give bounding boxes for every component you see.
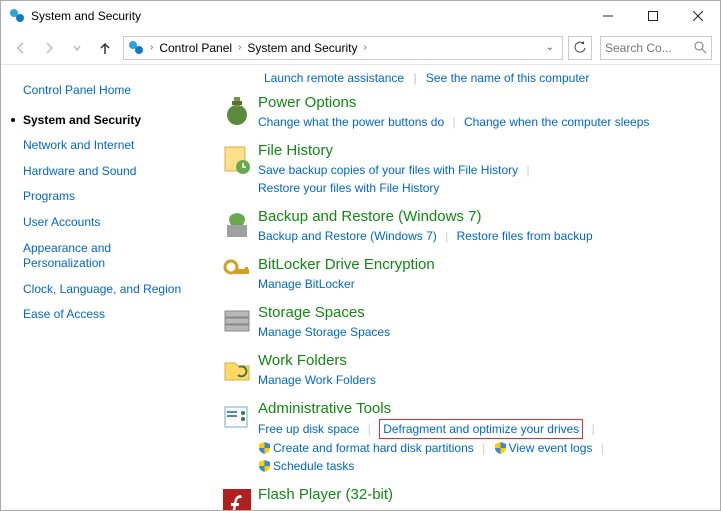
search-icon [694,41,707,54]
sidebar-item-ease[interactable]: Ease of Access [23,307,196,323]
file-history-icon [221,143,253,175]
control-panel-icon [128,40,144,56]
flash-icon [221,487,253,510]
sidebar-item-home[interactable]: Control Panel Home [23,83,196,99]
window-title: System and Security [31,9,585,23]
backup-icon [221,209,253,241]
category-title[interactable]: BitLocker Drive Encryption [258,255,694,275]
top-links: Launch remote assistance | See the name … [206,71,694,85]
link-schedule-tasks[interactable]: Schedule tasks [273,459,354,473]
close-button[interactable] [675,1,720,31]
link-power-buttons[interactable]: Change what the power buttons do [258,115,444,129]
sidebar-item-programs[interactable]: Programs [23,189,196,205]
chevron-right-icon[interactable]: › [363,42,366,53]
category-flash: Flash Player (32-bit) [206,485,694,510]
back-button[interactable] [9,36,33,60]
control-panel-icon [9,8,25,24]
sidebar-item-hardware[interactable]: Hardware and Sound [23,164,196,180]
chevron-down-icon[interactable]: ⌄ [542,42,558,53]
up-button[interactable] [93,36,117,60]
admin-tools-icon [221,401,253,433]
shield-icon [258,459,271,472]
sidebar-item-system-security[interactable]: System and Security [23,113,196,129]
bitlocker-icon [221,257,253,289]
search-placeholder: Search Co... [605,41,694,55]
category-title[interactable]: Administrative Tools [258,399,694,419]
link-remote-assistance[interactable]: Launch remote assistance [264,71,404,85]
link-manage-workfolders[interactable]: Manage Work Folders [258,373,376,387]
category-title[interactable]: Storage Spaces [258,303,694,323]
category-title[interactable]: Backup and Restore (Windows 7) [258,207,694,227]
shield-icon [258,441,271,454]
main-content: Launch remote assistance | See the name … [206,65,720,510]
search-input[interactable]: Search Co... [600,36,712,60]
link-backup-restore[interactable]: Backup and Restore (Windows 7) [258,229,437,243]
navbar: › Control Panel › System and Security › … [1,31,720,65]
link-restore-backup[interactable]: Restore files from backup [457,229,593,243]
shield-icon [494,441,507,454]
workfolders-icon [221,353,253,385]
chevron-right-icon[interactable]: › [150,42,153,53]
category-bitlocker: BitLocker Drive Encryption Manage BitLoc… [206,255,694,293]
breadcrumb[interactable]: › Control Panel › System and Security › … [123,36,563,60]
category-backup: Backup and Restore (Windows 7) Backup an… [206,207,694,245]
sidebar-item-appearance[interactable]: Appearance and Personalization [23,241,196,272]
refresh-button[interactable] [568,36,592,60]
titlebar: System and Security [1,1,720,31]
link-sleep[interactable]: Change when the computer sleeps [464,115,649,129]
link-event-logs[interactable]: View event logs [509,441,593,455]
link-manage-storage[interactable]: Manage Storage Spaces [258,325,390,339]
category-title[interactable]: Power Options [258,93,694,113]
category-workfolders: Work Folders Manage Work Folders [206,351,694,389]
sidebar: Control Panel Home System and Security N… [1,65,206,510]
forward-button[interactable] [37,36,61,60]
chevron-right-icon[interactable]: › [238,42,241,53]
sidebar-item-network[interactable]: Network and Internet [23,138,196,154]
minimize-button[interactable] [585,1,630,31]
storage-icon [221,305,253,337]
highlight-defragment: Defragment and optimize your drives [379,419,583,439]
maximize-button[interactable] [630,1,675,31]
link-save-backup[interactable]: Save backup copies of your files with Fi… [258,163,518,177]
link-free-disk[interactable]: Free up disk space [258,422,359,436]
recent-button[interactable] [65,36,89,60]
sidebar-item-users[interactable]: User Accounts [23,215,196,231]
category-filehistory: File History Save backup copies of your … [206,141,694,197]
category-storage: Storage Spaces Manage Storage Spaces [206,303,694,341]
divider: | [413,71,416,85]
breadcrumb-root[interactable]: Control Panel [155,39,236,57]
breadcrumb-current[interactable]: System and Security [243,39,361,57]
link-computer-name[interactable]: See the name of this computer [426,71,589,85]
power-icon [221,95,253,127]
category-title[interactable]: Flash Player (32-bit) [258,485,694,505]
link-restore-filehistory[interactable]: Restore your files with File History [258,181,439,195]
link-defragment[interactable]: Defragment and optimize your drives [383,422,579,436]
sidebar-item-clock[interactable]: Clock, Language, and Region [23,282,196,298]
link-manage-bitlocker[interactable]: Manage BitLocker [258,277,355,291]
category-admintools: Administrative Tools Free up disk space … [206,399,694,475]
category-title[interactable]: Work Folders [258,351,694,371]
link-create-partitions[interactable]: Create and format hard disk partitions [273,441,474,455]
category-title[interactable]: File History [258,141,694,161]
category-power: Power Options Change what the power butt… [206,93,694,131]
